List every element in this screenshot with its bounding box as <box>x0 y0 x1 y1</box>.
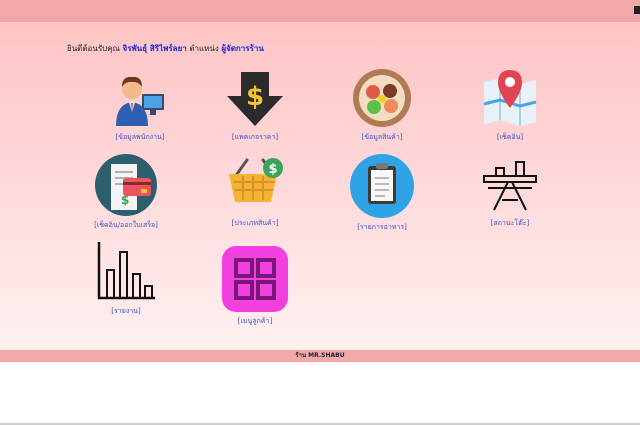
clipboard-icon <box>350 154 414 218</box>
menu-product-type[interactable]: $ [ประเภทสินค้า] <box>200 154 310 229</box>
menu-label: [เช็คอิน] <box>496 133 524 141</box>
menu-product-info[interactable]: [ข้อมูลสินค้า] <box>327 68 437 143</box>
basket-icon: $ <box>229 158 283 202</box>
menu-food-list[interactable]: [รายการอาหาร] <box>327 154 437 233</box>
menu-label: [ข้อมูลสินค้า] <box>361 133 403 141</box>
corner-marker <box>634 6 640 14</box>
svg-text:$: $ <box>246 82 264 112</box>
menu-label: [ข้อมูลพนักงาน] <box>115 133 165 141</box>
menu-checkin-receipt[interactable]: $ [เช็คอิน/ออกใบเสร็จ] <box>71 154 181 231</box>
welcome-message: ยินดีต้อนรับคุณ จิรพันธุ์ สิริไพร์ลยา ตำ… <box>67 42 264 55</box>
svg-text:$: $ <box>268 162 277 177</box>
footer-bar: ร้าน MR.SHABU <box>0 350 640 362</box>
price-package-icon: $ <box>227 72 283 126</box>
menu-employee[interactable]: [ข้อมูลพนักงาน] <box>85 68 195 143</box>
employee-icon <box>116 76 164 126</box>
menu-label: [ประเภทสินค้า] <box>231 219 279 227</box>
position-prefix: ตำแหน่ง <box>189 44 219 53</box>
menu-label: [รายการอาหาร] <box>357 223 407 231</box>
menu-label: [รายงาน] <box>111 307 141 315</box>
map-pin-icon <box>483 70 537 126</box>
menu-price-package[interactable]: $ [แพคเกจราคา] <box>200 68 310 143</box>
table-icon <box>483 161 537 211</box>
menu-table-status[interactable]: [สถานะโต๊ะ] <box>455 154 565 229</box>
menu-label: [เช็คอิน/ออกใบเสร็จ] <box>94 221 158 229</box>
menu-label: [สถานะโต๊ะ] <box>490 219 530 227</box>
menu-customer-menu[interactable]: [เมนูลูกค้า] <box>200 246 310 327</box>
receipt-card-icon: $ <box>95 154 157 216</box>
menu-label: [แพคเกจราคา] <box>231 133 279 141</box>
grid-menu-icon <box>222 246 288 312</box>
food-bowl-icon <box>353 69 411 127</box>
footer-text: ร้าน MR.SHABU <box>295 352 345 359</box>
user-role: ผู้จัดการร้าน <box>221 44 264 53</box>
top-bar <box>0 0 640 22</box>
menu-checkin[interactable]: [เช็คอิน] <box>455 68 565 143</box>
menu-report[interactable]: [รายงาน] <box>71 240 181 317</box>
bar-chart-icon <box>97 242 155 300</box>
main-panel: ยินดีต้อนรับคุณ จิรพันธุ์ สิริไพร์ลยา ตำ… <box>0 22 640 350</box>
user-name: จิรพันธุ์ สิริไพร์ลยา <box>122 44 187 53</box>
welcome-prefix: ยินดีต้อนรับคุณ <box>67 44 120 53</box>
menu-label: [เมนูลูกค้า] <box>237 317 273 325</box>
